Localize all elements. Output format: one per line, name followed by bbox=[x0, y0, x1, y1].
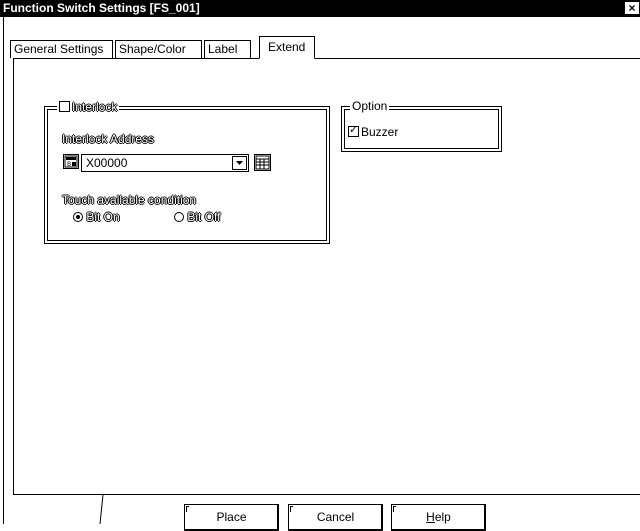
interlock-checkbox[interactable]: Interlock bbox=[57, 100, 120, 114]
place-button[interactable]: Place bbox=[184, 504, 279, 531]
extend-panel: Interlock Interlock Address B X00000 Tou… bbox=[13, 58, 640, 495]
interlock-address-combo[interactable]: X00000 bbox=[81, 154, 249, 172]
checkmark-icon: ✓ bbox=[349, 124, 359, 136]
interlock-address-label: Interlock Address bbox=[62, 132, 155, 146]
help-button-label: Help bbox=[426, 510, 451, 524]
svg-text:B: B bbox=[67, 161, 71, 168]
dialog-body: General Settings Shape/Color Label Exten… bbox=[3, 17, 640, 531]
interlock-checkbox-box[interactable] bbox=[59, 101, 70, 112]
radio-bit-on[interactable]: Bit On bbox=[73, 210, 120, 224]
window-title: Function Switch Settings [FS_001] bbox=[3, 1, 200, 15]
radio-bit-off[interactable]: Bit Off bbox=[174, 210, 220, 224]
cancel-button[interactable]: Cancel bbox=[288, 504, 383, 531]
buzzer-checkbox-box[interactable]: ✓ bbox=[348, 124, 359, 137]
buzzer-checkbox[interactable]: ✓ Buzzer bbox=[348, 124, 399, 139]
keypad-icon[interactable] bbox=[254, 154, 271, 171]
buzzer-label: Buzzer bbox=[361, 125, 399, 139]
radio-bit-on-button[interactable] bbox=[73, 212, 83, 222]
tab-label[interactable]: Label bbox=[204, 40, 251, 58]
tab-extend[interactable]: Extend bbox=[259, 36, 315, 59]
cancel-button-label: Cancel bbox=[316, 510, 355, 524]
tab-shape-color[interactable]: Shape/Color bbox=[115, 40, 202, 58]
interlock-address-value: X00000 bbox=[86, 156, 128, 170]
touch-condition-label: Touch available condition bbox=[62, 193, 197, 207]
close-icon[interactable]: × bbox=[624, 1, 640, 15]
tab-general-settings[interactable]: General Settings bbox=[10, 40, 113, 58]
radio-bit-off-label: Bit Off bbox=[187, 210, 221, 224]
place-button-label: Place bbox=[216, 510, 247, 524]
device-address-icon[interactable]: B bbox=[63, 154, 79, 169]
window-titlebar: Function Switch Settings [FS_001] × bbox=[0, 0, 640, 17]
radio-bit-off-button[interactable] bbox=[174, 212, 184, 222]
help-button[interactable]: Help bbox=[391, 504, 486, 531]
option-group-label: Option bbox=[350, 99, 390, 113]
interlock-label: Interlock bbox=[72, 100, 118, 114]
chevron-down-icon[interactable] bbox=[232, 156, 247, 170]
radio-bit-on-label: Bit On bbox=[86, 210, 120, 224]
